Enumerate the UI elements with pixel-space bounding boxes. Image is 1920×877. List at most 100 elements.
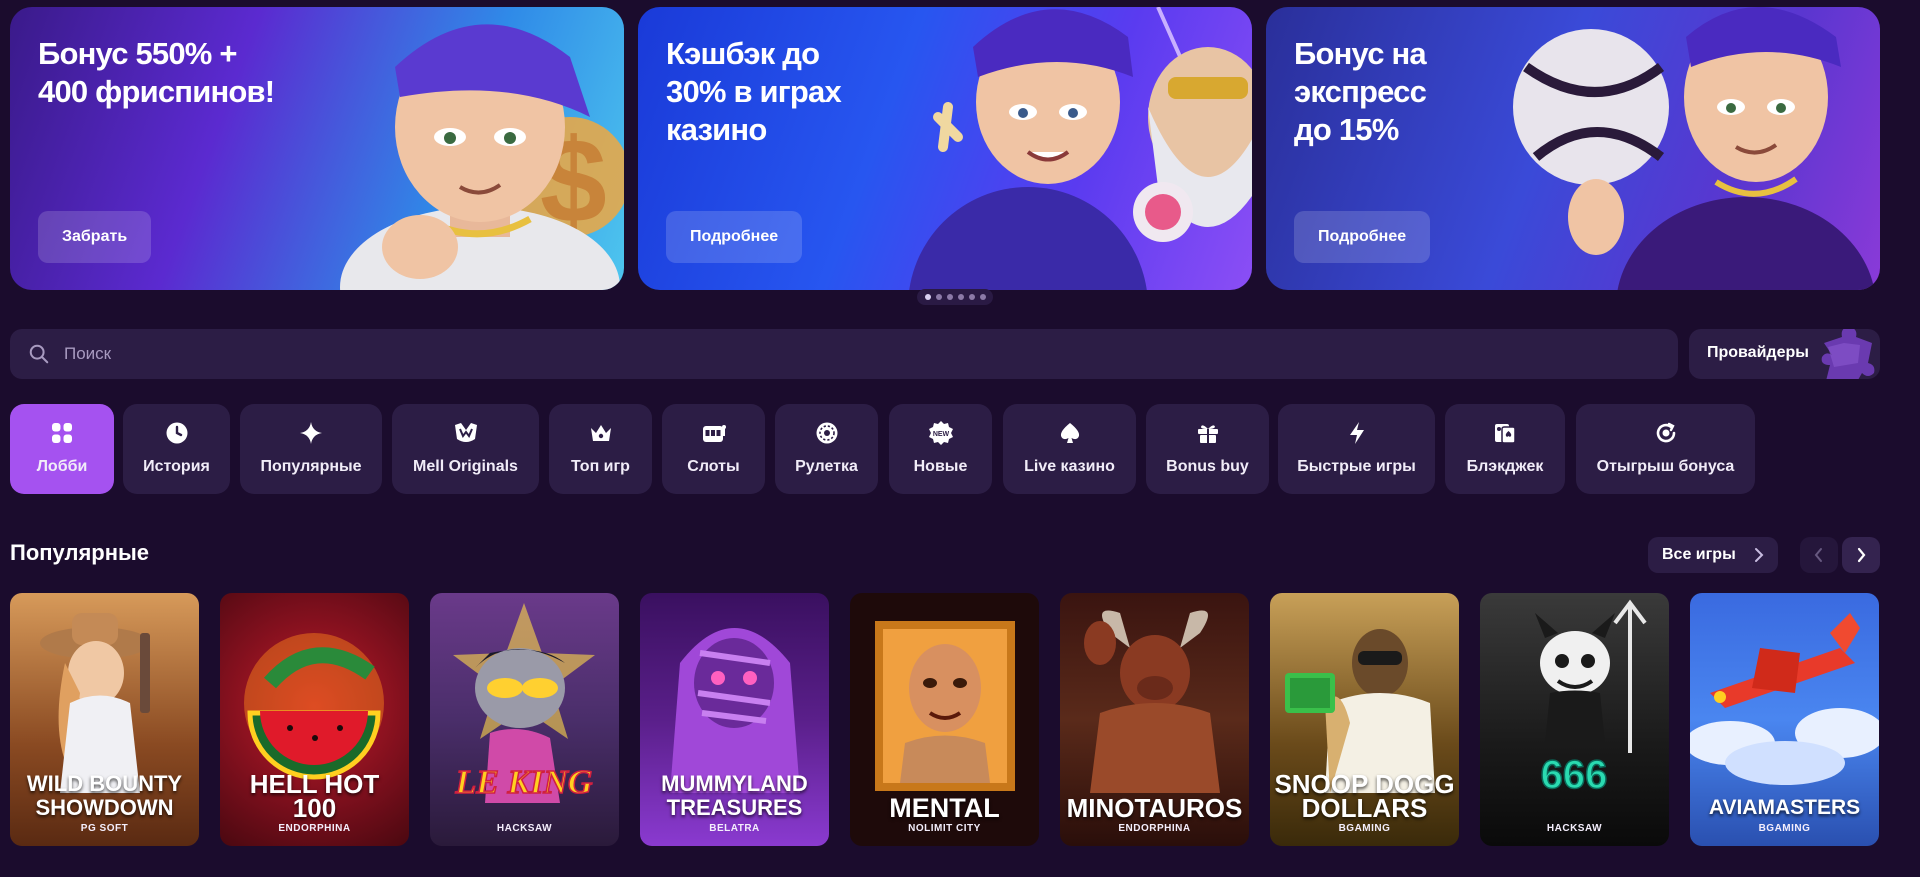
all-games-button[interactable]: Все игры [1648,537,1778,573]
tab-label: Mell Originals [413,458,518,475]
game-card[interactable]: LE KING HACKSAW [430,593,619,846]
chevron-right-icon [1754,537,1764,587]
game-art: 666 [1535,599,1647,798]
tab-live-casino[interactable]: Live казино [1003,404,1136,494]
game-title: SNOOP DOGG DOLLARS [1274,769,1455,823]
promo-banner-cashback[interactable]: Кэшбэк до 30% в играх казино Подробнее [638,7,1252,290]
tab-label: Топ игр [571,458,630,475]
lightning-icon [1344,420,1370,446]
game-provider: BGAMING [1338,823,1391,834]
game-provider: BELATRA [709,823,760,834]
promo-carousel: $ Бонус 550% + 400 фриспинов! Забрать Кэ… [10,7,1880,305]
promo-title: Кэшбэк до 30% в играх казино [666,36,842,147]
game-title: MINOTAUROS [1066,793,1243,823]
cards-icon [1492,420,1518,446]
promo-banner-express[interactable]: Бонус на экспресс до 15% Подробнее [1266,7,1880,290]
section-title: Популярные [10,540,150,565]
game-provider: NOLIMIT CITY [908,823,981,834]
carousel-dot[interactable] [946,294,953,300]
tab-label: Лобби [36,458,88,475]
game-title: HELL HOT 100 [249,769,380,823]
details-button[interactable]: Подробнее [666,211,803,263]
tab-fast-games[interactable]: Быстрые игры [1278,404,1435,494]
tab-label: Bonus buy [1166,458,1249,475]
game-card[interactable]: MUMMYLAND TREASURES BELATRA [640,593,829,846]
game-title: AVIAMASTERS [1708,796,1861,819]
game-logo: 666 [1541,753,1608,797]
tab-label: Слоты [687,458,740,475]
tab-label: Блэкджек [1466,458,1544,475]
tab-mell-originals[interactable]: Mell Originals [392,404,539,494]
details-button[interactable]: Подробнее [1294,211,1431,263]
tab-top-games[interactable]: Топ игр [549,404,652,494]
clock-icon [164,420,190,446]
search-input[interactable] [62,343,1678,365]
crown-icon [588,420,614,446]
carousel-dot[interactable] [924,294,931,300]
svg-text:NEW: NEW [932,431,949,438]
tab-label: Рулетка [795,458,858,475]
promo-banner-bonus[interactable]: $ Бонус 550% + 400 фриспинов! Забрать [10,7,624,290]
carousel-dot[interactable] [957,294,964,300]
game-art: LE KING [453,603,595,803]
tab-popular[interactable]: Популярные [240,404,382,494]
tab-label: Отыгрыш бонуса [1596,458,1735,475]
new-badge-icon: NEW [928,420,954,446]
tab-label: Live казино [1024,458,1115,475]
chevron-left-icon [1814,548,1822,562]
game-card[interactable]: MINOTAUROS ENDORPHINA [1060,593,1249,846]
tab-label: Популярные [260,458,362,475]
game-title: MUMMYLAND TREASURES [661,771,808,820]
providers-button[interactable]: Провайдеры [1689,329,1880,379]
roulette-icon [814,420,840,446]
tab-bonus-wagering[interactable]: Отыгрыш бонуса [1576,404,1755,494]
game-provider: ENDORPHINA [278,823,351,834]
tab-slots[interactable]: Слоты [662,404,765,494]
bonus-refresh-icon [1653,420,1679,446]
providers-label: Провайдеры [1707,344,1809,361]
carousel-next-button[interactable] [1842,537,1880,573]
search-bar[interactable] [10,329,1678,379]
tab-blackjack[interactable]: Блэкджек [1445,404,1565,494]
game-title: WILD BOUNTY SHOWDOWN [26,771,183,820]
game-card[interactable]: AVIAMASTERS BGAMING [1690,593,1879,846]
carousel-pagination[interactable] [917,289,993,305]
game-provider: HACKSAW [496,823,553,834]
all-games-label: Все игры [1662,546,1736,563]
carousel-dot[interactable] [935,294,942,300]
game-card[interactable]: MENTAL NOLIMIT CITY [850,593,1039,846]
game-provider: PG SOFT [80,823,129,834]
game-card[interactable]: SNOOP DOGG DOLLARS BGAMING [1270,593,1459,846]
search-icon [29,344,49,364]
sparkle-icon [298,420,324,446]
mell-logo-icon [453,420,479,446]
tab-bonus-buy[interactable]: Bonus buy [1146,404,1269,494]
tab-label: История [143,458,210,475]
tab-roulette[interactable]: Рулетка [775,404,878,494]
game-provider: HACKSAW [1546,823,1603,834]
game-provider: BGAMING [1758,823,1811,834]
tab-label: Быстрые игры [1297,458,1416,475]
tab-lobby[interactable]: Лобби [10,404,114,494]
game-card[interactable]: HELL HOT 100 ENDORPHINA [220,593,409,846]
promo-title: Бонус на экспресс до 15% [1294,36,1427,147]
slot-machine-icon [701,420,727,446]
tab-history[interactable]: История [123,404,230,494]
game-card[interactable]: WILD BOUNTY SHOWDOWN PG SOFT [10,593,199,846]
gift-icon [1195,420,1221,446]
carousel-dot[interactable] [979,294,986,300]
carousel-dot[interactable] [968,294,975,300]
tab-new[interactable]: NEW Новые [889,404,992,494]
puzzle-icon [1821,329,1875,379]
game-title: MENTAL [889,793,1000,823]
game-card[interactable]: 666 HACKSAW [1480,593,1669,846]
tab-label: Новые [913,458,968,475]
promo-title: Бонус 550% + 400 фриспинов! [38,36,275,109]
grid-icon [49,420,75,446]
carousel-prev-button[interactable] [1800,537,1838,573]
chevron-right-icon [1857,547,1866,563]
claim-bonus-button[interactable]: Забрать [38,211,152,263]
game-logo: LE KING [455,764,593,801]
spade-icon [1057,420,1083,446]
game-provider: ENDORPHINA [1118,823,1191,834]
